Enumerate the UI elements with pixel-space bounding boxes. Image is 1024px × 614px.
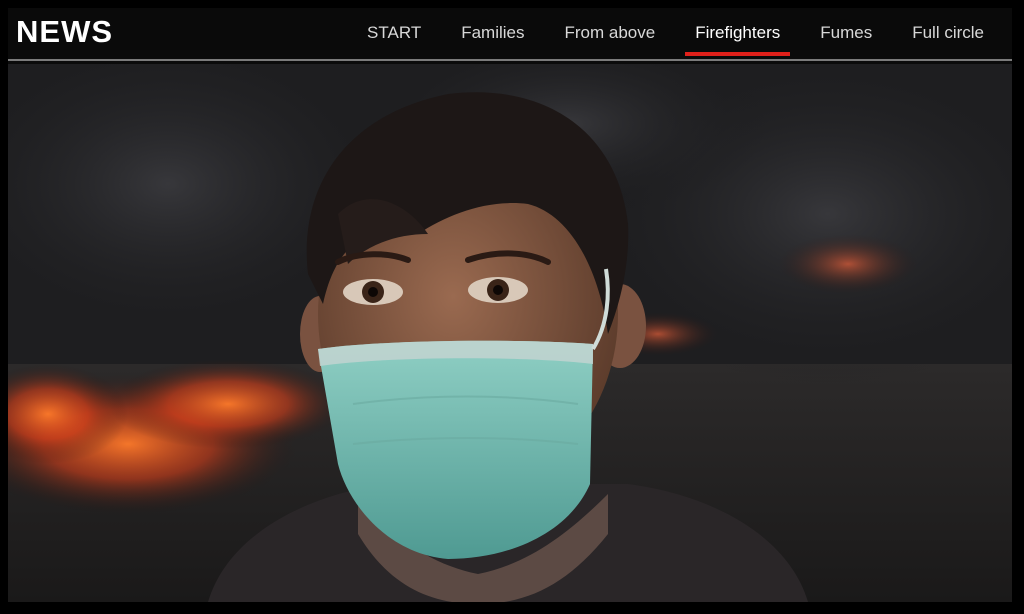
nav-item-label: From above [564,23,656,42]
nav-item-label: Full circle [912,23,984,42]
nav-item-full-circle[interactable]: Full circle [892,8,1004,58]
site-logo[interactable]: NEWS [16,14,113,50]
hero-photo [8,64,1012,602]
active-underline [685,52,791,56]
top-navigation-bar: NEWS START Families From above Firefight… [8,8,1012,58]
section-nav: START Families From above Firefighters F… [347,8,1004,58]
nav-item-start[interactable]: START [347,8,441,58]
nav-item-label: Families [461,23,525,42]
nav-item-families[interactable]: Families [441,8,544,58]
page-frame: NEWS START Families From above Firefight… [8,8,1012,602]
nav-item-label: Fumes [820,23,873,42]
nav-item-from-above[interactable]: From above [545,8,676,58]
nav-item-fumes[interactable]: Fumes [800,8,892,58]
hero-photo-illustration [8,64,1012,602]
header-divider [8,59,1012,61]
nav-item-label: Firefighters [695,23,781,42]
nav-item-firefighters[interactable]: Firefighters [675,8,800,58]
nav-item-label: START [367,23,422,42]
